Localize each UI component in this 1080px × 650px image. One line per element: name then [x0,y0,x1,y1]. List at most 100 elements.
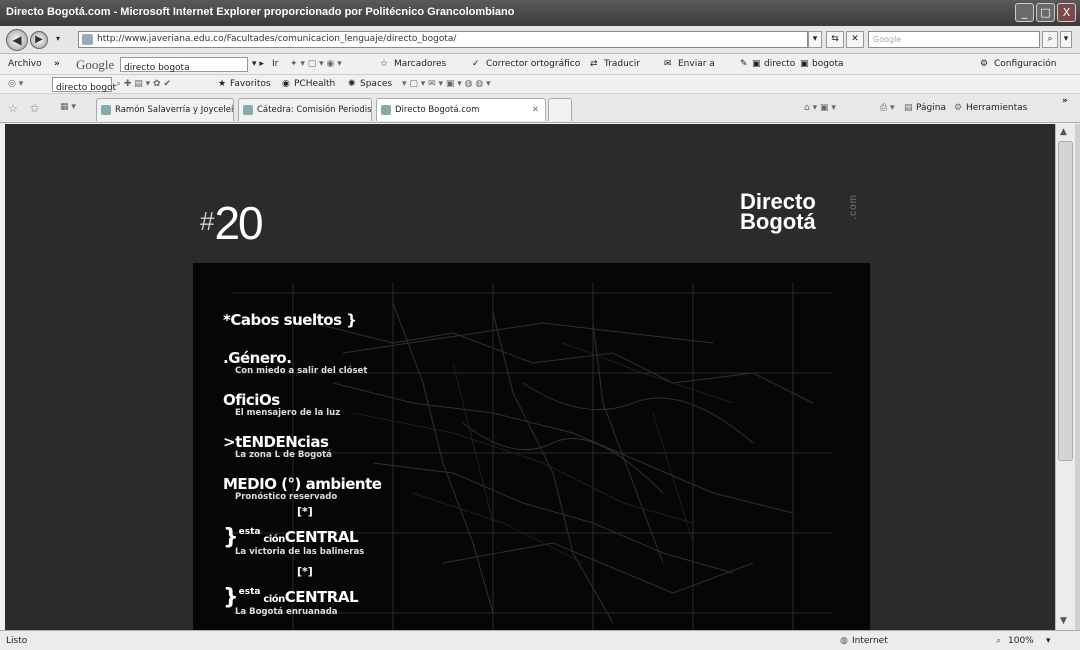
add-favorites-icon[interactable]: ✩ [30,102,39,115]
search-go-icon[interactable]: ▾ ▸ [252,59,264,69]
url-dropdown-icon[interactable]: ▾ [808,31,822,48]
maximize-button[interactable]: □ [1036,3,1055,22]
configuracion-button[interactable]: Configuración [994,59,1056,69]
menu-subtitle: La Bogotá enruanada [235,607,338,617]
zoom-icon: ⌕ [996,636,1002,646]
search-icon[interactable]: ⌕ [1042,31,1058,48]
security-zone[interactable]: Internet [852,636,888,646]
corrector-button[interactable]: Corrector ortográfico [486,59,580,69]
scroll-down-icon[interactable]: ▼ [1060,616,1067,626]
tab-directo-bogota[interactable]: Directo Bogotá.com ✕ [376,98,546,121]
send-icon[interactable]: ✉ [664,59,672,69]
marcadores-button[interactable]: Marcadores [394,59,446,69]
window-title: Directo Bogotá.com - Microsoft Internet … [6,6,515,18]
tab-page-icon [243,105,253,115]
stop-icon[interactable]: ✕ [846,31,864,48]
menu-title: *Cabos sueltos } [223,311,357,329]
kw-directo-icon: ▣ [752,59,761,69]
links-toolbar-icons[interactable]: ⌕ ✚ ▤ ▾ ✿ ✔ [116,79,171,89]
new-tab-button[interactable] [548,98,572,121]
refresh-icon[interactable]: ⇆ [826,31,844,48]
menu-title: .Género. [223,349,292,367]
menu-title: CENTRAL [284,528,359,546]
scrollbar-thumb[interactable] [1058,141,1073,461]
menu-item-estacion-central-2[interactable]: [*] }esta ciónCENTRAL La Bogotá enruanad… [223,565,359,617]
spaces-link[interactable]: Spaces [360,79,392,89]
zoom-dropdown-icon[interactable]: ▾ [1046,636,1051,646]
vertical-scrollbar[interactable]: ▲ ▼ [1055,124,1076,630]
settings-icon[interactable]: ⚙ [980,59,988,69]
page-icon [82,34,93,45]
tab-label: Directo Bogotá.com [395,105,480,115]
pchealth-link[interactable]: PCHealth [294,79,335,89]
status-text: Listo [6,636,28,646]
menu-item-medio-ambiente[interactable]: MEDIO (°) ambiente Pronóstico reservado [223,475,382,502]
kw-bogota-icon: ▣ [800,59,809,69]
more-links-icons[interactable]: ▾ ▢ ▾ ✉ ▾ ▣ ▾ ◍ ◍ ▾ [402,79,491,89]
traducir-button[interactable]: Traducir [604,59,640,69]
window-title-bar: Directo Bogotá.com - Microsoft Internet … [0,0,1080,26]
google-search-value: directo bogota [124,63,190,73]
favoritos-button[interactable]: Favoritos [230,79,271,89]
menu-item-estacion-central-1[interactable]: [*] }esta ciónCENTRAL La victoria de las… [223,505,364,557]
back-icon[interactable]: ◀ [6,29,28,51]
highlight-icon[interactable]: ✎ [740,59,748,69]
enviar-button[interactable]: Enviar a [678,59,715,69]
toolbar-grip-icon[interactable]: ◎ ▾ [8,79,23,89]
herramientas-menu[interactable]: Herramientas [966,103,1027,113]
zoom-level[interactable]: 100% [1008,636,1034,646]
menu-item-oficios[interactable]: OficiOs El mensajero de la luz [223,391,340,418]
google-search-input[interactable]: directo bogota [120,57,248,73]
map-menu-panel: *Cabos sueltos } .Género. Con miedo a sa… [193,263,870,630]
quick-tabs-icon[interactable]: ▦ ▾ [60,102,76,112]
menu-item-cabos-sueltos[interactable]: *Cabos sueltos } [223,311,357,329]
history-dropdown-icon[interactable]: ▾ [56,34,60,43]
minimize-button[interactable]: _ [1015,3,1034,22]
home-icon[interactable]: ⌂ ▾ ▣ ▾ [804,103,836,113]
page-viewport: #20 Directo Bogotá .com *Cabos sueltos}… [5,124,1055,630]
print-icon[interactable]: ⎙ ▾ [880,103,895,113]
favorites-star-icon[interactable]: ★ [218,79,226,89]
close-button[interactable]: X [1057,3,1076,22]
more-chevron-icon[interactable]: » [1062,96,1068,106]
favorites-center-icon[interactable]: ☆ [8,102,18,115]
toolbar-icons[interactable]: ✦ ▾ ▢ ▾ ◉ ▾ [290,59,342,69]
search-input[interactable]: Google [868,31,1040,48]
keyword-bogota[interactable]: bogota [812,59,843,69]
directo-bogota-logo[interactable]: Directo Bogotá .com [740,191,859,234]
spellcheck-icon[interactable]: ✓ [472,59,480,69]
menu-subtitle: Pronóstico reservado [235,492,338,502]
tab-bar: ☆ ✩ ▦ ▾ Ramón Salaverría y Joyceleín ...… [0,94,1080,123]
tab-catedra[interactable]: Cátedra: Comisión Periodism... [238,98,372,121]
scroll-up-icon[interactable]: ▲ [1060,127,1067,137]
menu-title: >tENDENcias [223,433,329,451]
tab-page-icon [101,105,111,115]
forward-icon[interactable]: ▶ [30,31,48,49]
close-tab-icon[interactable]: ✕ [532,99,539,121]
translate-icon[interactable]: ⇄ [590,59,598,69]
archivo-menu[interactable]: Archivo [8,59,42,69]
tools-icon: ⚙ [954,103,963,113]
search-options-icon[interactable]: ▾ [1060,31,1072,48]
tab-ramon-salaverria[interactable]: Ramón Salaverría y Joyceleín ... [96,98,234,121]
ir-button[interactable]: Ir [272,59,278,69]
issue-number-value: 20 [214,197,263,249]
menu-bracket: [*] [297,505,313,518]
menu-title: CENTRAL [284,588,359,606]
issue-hash: # [200,206,215,236]
links-search-input[interactable]: directo bogot [52,77,116,93]
star-icon[interactable]: ☆ [380,59,388,69]
url-input[interactable]: http://www.javeriana.edu.co/Facultades/c… [78,31,808,48]
menu-item-genero[interactable]: .Género. Con miedo a salir del clóset [223,349,367,376]
menu-esta: esta [238,527,261,537]
keyword-directo[interactable]: directo [764,59,795,69]
logo-com: .com [848,194,859,220]
pchealth-icon: ◉ [282,79,290,89]
google-logo: Google [76,57,115,72]
menu-item-tendencias[interactable]: >tENDENcias La zona L de Bogotá [223,433,332,460]
chevron-icon[interactable]: » [54,59,60,69]
pagina-menu[interactable]: Página [916,103,946,113]
menu-subtitle: Con miedo a salir del clóset [235,366,368,376]
logo-line-2: Bogotá [740,209,816,234]
menu-brace: } [223,585,239,610]
